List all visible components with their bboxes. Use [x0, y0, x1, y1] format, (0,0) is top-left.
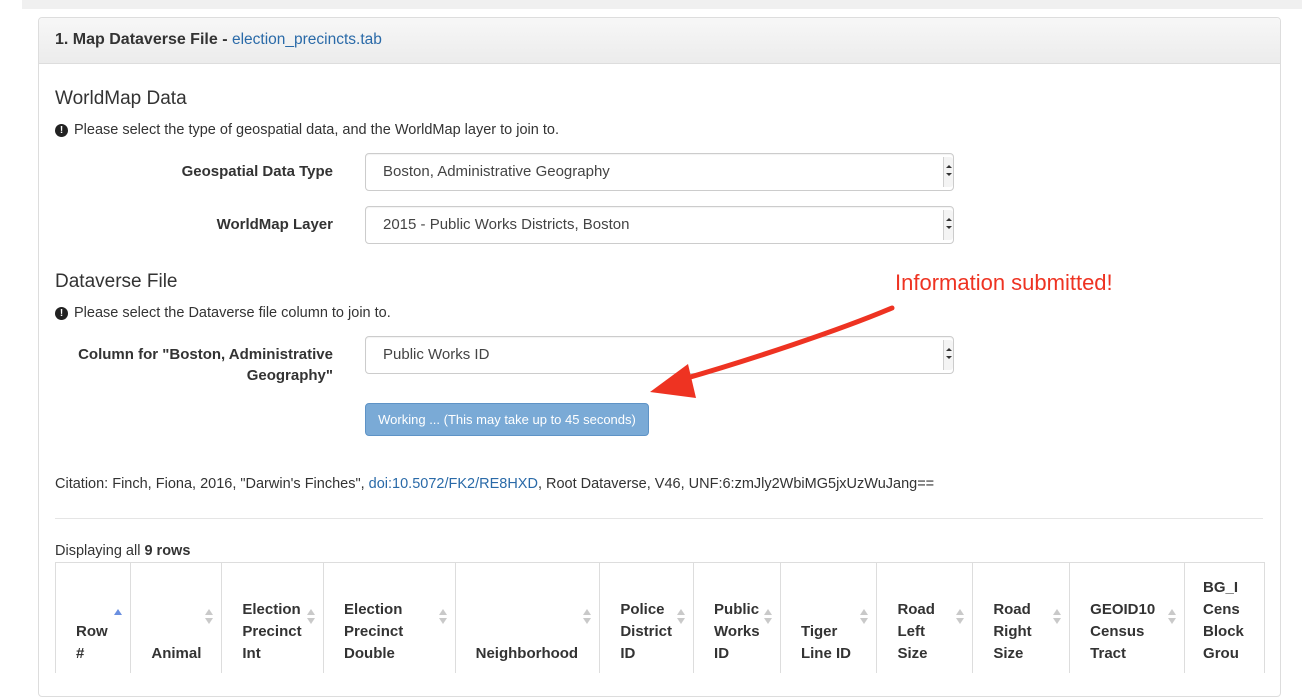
- column-header[interactable]: BG_I Cens Block Grou: [1184, 562, 1265, 673]
- column-header-text: Row: [76, 623, 108, 640]
- panel-heading: 1. Map Dataverse File - election_precinc…: [39, 18, 1280, 64]
- column-header[interactable]: Public Works ID: [693, 562, 781, 673]
- column-header-text: Census: [1090, 623, 1145, 640]
- divider: [55, 518, 1263, 519]
- column-header-text: #: [76, 645, 85, 662]
- dataverse-help: ! Please select the Dataverse file colum…: [55, 305, 391, 321]
- column-header[interactable]: Animal: [130, 562, 223, 673]
- sort-icon[interactable]: [438, 609, 447, 625]
- column-header-text: Left: [897, 623, 925, 640]
- geo-type-label: Geospatial Data Type: [181, 163, 333, 180]
- sort-icon[interactable]: [763, 609, 772, 625]
- column-header[interactable]: Neighborhood: [454, 562, 601, 673]
- column-header[interactable]: Tiger Line ID: [779, 562, 878, 673]
- column-header-text: [476, 599, 580, 621]
- column-label-line1: Column for "Boston, Administrative: [78, 346, 333, 363]
- dataverse-heading: Dataverse File: [55, 271, 178, 292]
- column-header-text: Size: [993, 645, 1024, 662]
- column-header-text: Works: [714, 623, 760, 640]
- display-count: Displaying all 9 rows: [55, 543, 190, 559]
- column-header-text: Public: [714, 601, 760, 618]
- layer-select[interactable]: 2015 - Public Works Districts, Boston: [365, 206, 954, 244]
- panel-title: 1. Map Dataverse File -: [55, 31, 232, 48]
- layer-value: 2015 - Public Works Districts, Boston: [383, 216, 630, 233]
- column-header-text: Tract: [1090, 645, 1127, 662]
- column-header-text: Neighborhood: [475, 645, 579, 662]
- column-header[interactable]: Election Precinct Double: [323, 562, 456, 673]
- column-header-text: Precinct: [344, 623, 404, 640]
- exclamation-icon: !: [55, 123, 68, 137]
- column-header[interactable]: Election Precinct Int: [221, 562, 325, 673]
- sort-icon[interactable]: [860, 609, 869, 625]
- column-header[interactable]: Road Right Size: [972, 562, 1071, 673]
- column-header-text: Right: [993, 623, 1032, 640]
- column-header-text: Cens: [1203, 601, 1240, 618]
- worldmap-help: ! Please select the type of geospatial d…: [55, 122, 559, 138]
- exclamation-icon: !: [55, 306, 68, 320]
- top-strip: [22, 0, 1302, 9]
- column-header-text: Election: [242, 601, 301, 618]
- sort-icon[interactable]: [1168, 609, 1177, 625]
- column-header-text: Size: [897, 645, 928, 662]
- column-header-text: Int: [242, 645, 261, 662]
- column-header-text: [76, 599, 110, 621]
- column-header-text: Election: [344, 601, 403, 618]
- layer-label: WorldMap Layer: [216, 216, 333, 233]
- data-table: Row # Animal Election Precinct Int Election Pr…: [55, 562, 1265, 673]
- sort-icon[interactable]: [1053, 609, 1062, 625]
- column-header-text: [476, 621, 580, 643]
- column-header-text: [151, 621, 201, 643]
- column-header-text: District: [620, 623, 672, 640]
- doi-link[interactable]: doi:10.5072/FK2/RE8HXD: [369, 476, 538, 492]
- column-header-text: Road: [897, 601, 935, 618]
- display-prefix: Displaying all: [55, 543, 145, 559]
- column-header-text: BG_I: [1203, 579, 1239, 596]
- file-name-link[interactable]: election_precincts.tab: [232, 31, 382, 48]
- column-header-text: Police: [620, 601, 665, 618]
- column-header-text: Grou: [1203, 645, 1239, 662]
- data-table-wrap: Row # Animal Election Precinct Int Election Pr…: [55, 562, 1265, 673]
- column-header-text: Double: [344, 645, 395, 662]
- select-arrows-icon: [943, 210, 953, 240]
- column-header-text: Animal: [151, 645, 202, 662]
- select-arrows-icon: [943, 340, 953, 370]
- annotation-arrow-icon: [650, 305, 895, 398]
- citation: Citation: Finch, Fiona, 2016, "Darwin's …: [55, 476, 934, 492]
- working-button[interactable]: Working ... (This may take up to 45 seco…: [365, 403, 649, 436]
- column-header-text: GEOID10: [1090, 601, 1156, 618]
- sort-icon[interactable]: [583, 609, 592, 625]
- dataverse-help-text: Please select the Dataverse file column …: [74, 305, 391, 321]
- sort-icon[interactable]: [205, 609, 214, 625]
- column-value: Public Works ID: [383, 346, 490, 363]
- citation-suffix: , Root Dataverse, V46, UNF:6:zmJly2WbiMG…: [537, 476, 935, 492]
- sort-icon[interactable]: [956, 609, 965, 625]
- column-header-text: Line ID: [800, 645, 851, 662]
- column-header[interactable]: GEOID10 Census Tract: [1069, 562, 1186, 673]
- column-header-text: Road: [993, 601, 1031, 618]
- sort-ascending-icon[interactable]: [114, 609, 123, 625]
- column-header-text: [801, 599, 856, 621]
- column-label-line2: Geography": [246, 367, 333, 384]
- column-header-text: Block: [1203, 623, 1244, 640]
- column-header-text: Precinct: [242, 623, 302, 640]
- column-label: Column for "Boston, Administrative Geogr…: [78, 344, 333, 386]
- citation-prefix: Citation: Finch, Fiona, 2016, "Darwin's …: [55, 476, 369, 492]
- row-count: 9 rows: [144, 543, 191, 559]
- geo-type-select[interactable]: Boston, Administrative Geography: [365, 153, 954, 191]
- select-arrows-icon: [943, 157, 953, 187]
- column-header-text: Tiger: [800, 623, 838, 640]
- column-header[interactable]: Road Left Size: [876, 562, 974, 673]
- worldmap-help-text: Please select the type of geospatial dat…: [74, 122, 559, 138]
- geo-type-value: Boston, Administrative Geography: [383, 163, 610, 180]
- sort-icon[interactable]: [677, 609, 686, 625]
- worldmap-heading: WorldMap Data: [55, 88, 187, 109]
- column-header-text: ID: [620, 645, 636, 662]
- column-header-text: ID: [714, 645, 730, 662]
- column-header[interactable]: Police District ID: [599, 562, 695, 673]
- annotation-text: Information submitted!: [895, 270, 1113, 295]
- sort-icon[interactable]: [307, 609, 316, 625]
- column-header[interactable]: Row #: [55, 562, 132, 673]
- table-header-row: Row # Animal Election Precinct Int Election Pr…: [55, 562, 1265, 673]
- column-header-text: [151, 599, 201, 621]
